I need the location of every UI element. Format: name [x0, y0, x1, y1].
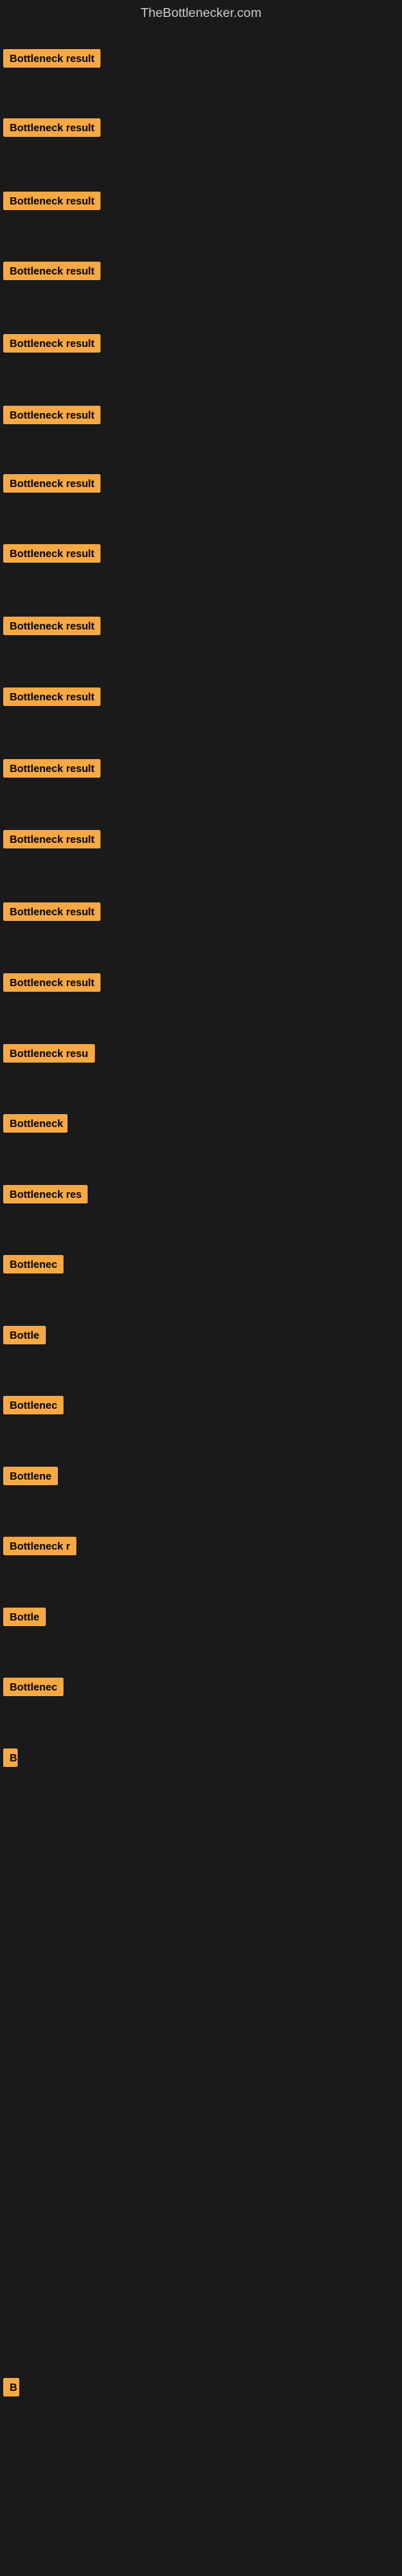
bottleneck-badge[interactable]: Bottleneck result: [3, 902, 100, 921]
bottleneck-badge[interactable]: Bottleneck result: [3, 474, 100, 493]
bottleneck-item: Bottlenec: [3, 1252, 64, 1281]
bottleneck-badge[interactable]: Bottleneck result: [3, 830, 100, 848]
bottleneck-badge[interactable]: Bottleneck result: [3, 192, 100, 210]
bottleneck-item: Bottlenec: [3, 1674, 64, 1703]
bottleneck-badge[interactable]: Bottle: [3, 1608, 46, 1626]
bottleneck-item: B: [3, 2375, 19, 2404]
bottleneck-item: Bottleneck result: [3, 899, 100, 928]
bottleneck-item: Bottleneck result: [3, 541, 100, 570]
bottleneck-item: Bottleneck result: [3, 684, 100, 713]
bottleneck-item: B: [3, 1745, 18, 1774]
bottleneck-badge[interactable]: Bottleneck result: [3, 49, 100, 68]
bottleneck-item: Bottleneck result: [3, 331, 100, 360]
bottleneck-item: Bottlenec: [3, 1393, 64, 1422]
bottleneck-item: Bottle: [3, 1323, 46, 1352]
bottleneck-badge[interactable]: Bottle: [3, 1326, 46, 1344]
bottleneck-badge[interactable]: Bottleneck result: [3, 334, 100, 353]
bottleneck-badge[interactable]: Bottleneck result: [3, 544, 100, 563]
bottleneck-badge[interactable]: Bottleneck result: [3, 262, 100, 280]
bottleneck-item: Bottleneck res: [3, 1182, 88, 1211]
bottleneck-badge[interactable]: Bottleneck result: [3, 617, 100, 635]
bottleneck-badge[interactable]: Bottleneck result: [3, 687, 100, 706]
bottleneck-item: Bottleneck result: [3, 188, 100, 217]
bottleneck-badge[interactable]: Bottleneck r: [3, 1537, 76, 1555]
bottleneck-badge[interactable]: B: [3, 1748, 18, 1767]
bottleneck-item: Bottleneck r: [3, 1534, 76, 1563]
bottleneck-item: Bottleneck result: [3, 471, 100, 500]
bottleneck-item: Bottleneck result: [3, 115, 100, 144]
bottleneck-item: Bottleneck result: [3, 402, 100, 431]
bottleneck-badge[interactable]: Bottlenec: [3, 1255, 64, 1274]
bottleneck-badge[interactable]: Bottleneck result: [3, 118, 100, 137]
bottleneck-item: Bottleneck result: [3, 258, 100, 287]
bottleneck-item: Bottlene: [3, 1463, 58, 1492]
bottleneck-item: Bottleneck result: [3, 756, 100, 785]
bottleneck-item: Bottleneck result: [3, 827, 100, 856]
site-header: TheBottlenecker.com: [0, 0, 402, 31]
bottleneck-item: Bottleneck result: [3, 970, 100, 999]
bottleneck-item: Bottleneck: [3, 1111, 68, 1140]
bottleneck-item: Bottleneck result: [3, 46, 100, 75]
bottleneck-item: Bottleneck result: [3, 613, 100, 642]
bottleneck-badge[interactable]: Bottlene: [3, 1467, 58, 1485]
bottleneck-badge[interactable]: Bottlenec: [3, 1396, 64, 1414]
bottleneck-item: Bottle: [3, 1604, 46, 1633]
bottleneck-item: Bottleneck resu: [3, 1041, 95, 1070]
bottleneck-badge[interactable]: Bottleneck result: [3, 406, 100, 424]
bottleneck-badge[interactable]: Bottleneck res: [3, 1185, 88, 1203]
bottleneck-badge[interactable]: Bottlenec: [3, 1678, 64, 1696]
bottleneck-badge[interactable]: Bottleneck result: [3, 973, 100, 992]
bottleneck-badge[interactable]: Bottleneck resu: [3, 1044, 95, 1063]
site-title: TheBottlenecker.com: [0, 0, 402, 31]
bottleneck-badge[interactable]: Bottleneck result: [3, 759, 100, 778]
bottleneck-badge[interactable]: Bottleneck: [3, 1114, 68, 1133]
bottleneck-badge[interactable]: B: [3, 2378, 19, 2396]
